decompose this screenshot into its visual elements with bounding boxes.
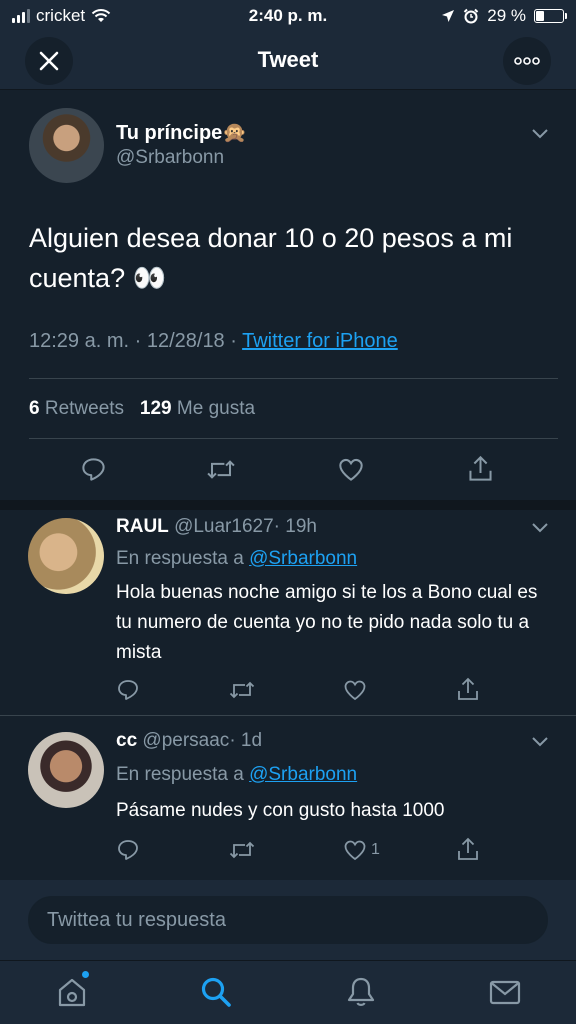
retweet-icon[interactable] [206,456,236,483]
reply-to: En respuesta a @Srbarbonn [116,764,357,786]
reply-to: En respuesta a @Srbarbonn [116,548,357,570]
share-icon[interactable] [467,454,494,483]
likes-label[interactable]: Me gusta [177,398,255,419]
reply-input[interactable]: Twittea tu respuesta [28,896,548,944]
reply-to-prefix: En respuesta a [116,548,250,569]
battery-percent: 29 % [487,6,526,25]
reply-author-name[interactable]: RAUL [116,516,169,537]
reply-text: Hola buenas noche amigo si te los a Bono… [116,582,538,663]
chevron-down-icon[interactable] [531,522,549,534]
more-icon [514,57,540,65]
reply-author-handle[interactable]: @Luar1627 [174,516,274,537]
more-button[interactable] [503,37,551,85]
avatar[interactable] [29,108,104,183]
reply-header: RAUL @Luar1627· 19h [116,516,317,538]
like-action[interactable]: 1 [343,838,380,862]
like-icon[interactable] [343,678,367,702]
notifications-icon[interactable] [344,975,378,1009]
battery-fill [536,11,544,21]
avatar[interactable] [28,732,104,808]
page-title: Tweet [257,47,319,72]
likes-count[interactable]: 129 [140,398,172,419]
reply-time: · 19h [273,516,317,537]
retweet-icon[interactable] [229,838,255,862]
section-separator [0,500,576,510]
divider [29,378,558,379]
alarm-icon [464,8,479,24]
messages-icon[interactable] [488,975,522,1009]
battery-icon [534,9,567,23]
reply-tweet[interactable]: cc @persaac· 1d En respuesta a @Srbarbon… [0,716,576,876]
reply-author-handle[interactable]: @persaac [142,730,229,751]
chevron-down-icon[interactable] [531,128,549,140]
status-right: 29 % [441,6,567,26]
home-notification-dot [82,971,89,978]
chevron-down-icon[interactable] [531,736,549,748]
reply-icon[interactable] [116,678,140,702]
reply-to-mention[interactable]: @Srbarbonn [249,764,357,785]
tweet-timestamp: 12:29 a. m. · 12/28/18 · [29,330,243,352]
reply-to-prefix: En respuesta a [116,764,250,785]
reply-composer: Twittea tu respuesta [0,880,576,960]
divider [29,438,558,439]
nav-bar: Tweet [0,32,576,90]
retweet-icon[interactable] [229,678,255,702]
avatar[interactable] [28,518,104,594]
reply-header: cc @persaac· 1d [116,730,262,752]
reply-to-mention[interactable]: @Srbarbonn [249,548,357,569]
reply-text: Pásame nudes y con gusto hasta 1000 [116,800,445,821]
home-icon[interactable] [55,975,89,1009]
reply-icon[interactable] [80,456,107,483]
search-icon[interactable] [199,975,233,1009]
reply-author-name[interactable]: cc [116,730,137,751]
author-handle[interactable]: @Srbarbonn [116,147,224,169]
retweets-count[interactable]: 6 [29,398,40,419]
reply-time: · 1d [229,730,263,751]
share-icon[interactable] [456,836,480,862]
tweet-stats: 6 Retweets 129 Me gusta [29,398,255,420]
reply-icon[interactable] [116,838,140,862]
like-icon[interactable] [343,838,367,862]
reply-tweet[interactable]: RAUL @Luar1627· 19h En respuesta a @Srba… [0,510,576,715]
share-icon[interactable] [456,676,480,702]
like-icon[interactable] [337,456,365,483]
tweet-source-link[interactable]: Twitter for iPhone [242,330,398,352]
retweets-label[interactable]: Retweets [45,398,124,419]
status-bar: cricket 2:40 p. m. 29 % [0,0,576,32]
tweet-text: Alguien desea donar 10 o 20 pesos a mi c… [29,223,513,293]
location-icon [442,10,455,22]
tab-bar [0,960,576,1024]
tweet-meta: 12:29 a. m. · 12/28/18 · Twitter for iPh… [29,330,398,353]
author-name[interactable]: Tu príncipe🙊 [116,120,247,145]
like-count: 1 [371,841,380,858]
